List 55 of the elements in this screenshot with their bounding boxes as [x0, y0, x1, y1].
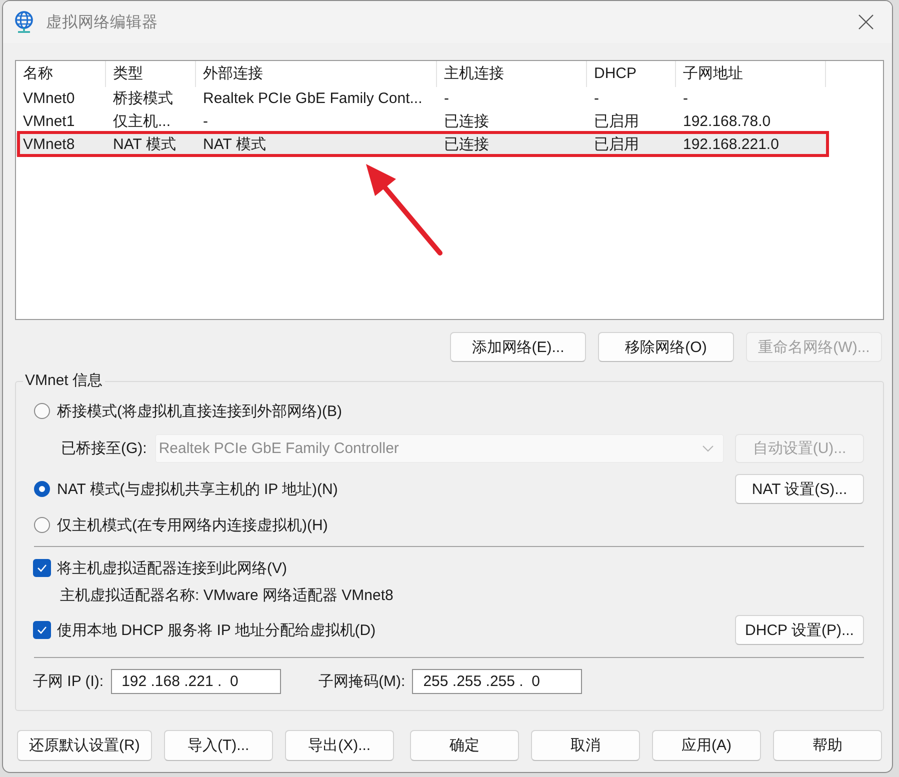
column-header[interactable]: 主机连接: [437, 61, 587, 87]
table-cell-text: -: [443, 89, 450, 109]
window-title: 虚拟网络编辑器: [46, 12, 158, 32]
column-header[interactable]: 名称: [16, 61, 106, 87]
close-button[interactable]: [858, 14, 874, 30]
table-cell-text: 已启用: [593, 112, 640, 132]
subnet-ip-label: 子网 IP (I):: [33, 672, 104, 690]
subnet-ip-field[interactable]: 192 .168 .221 . 0: [110, 668, 281, 694]
dialog-button[interactable]: 导入(T)...: [164, 730, 273, 761]
subnet-mask-field[interactable]: 255 .255 .255 . 0: [412, 668, 582, 694]
table-cell-text: 仅主机...: [112, 112, 172, 132]
table-cell-text: Realtek PCIe GbE Family Cont...: [202, 89, 424, 109]
chevron-down-icon: [702, 445, 714, 452]
mode-radio[interactable]: 仅主机模式(在专用网络内连接虚拟机)(H): [34, 516, 328, 534]
table-cell-text: 192.168.78.0: [682, 112, 772, 132]
table-cell-text: 桥接模式: [112, 89, 174, 109]
table-row[interactable]: VMnet0 桥接模式 Realtek PCIe GbE Family Cont... - - -: [16, 87, 826, 110]
table-cell-text: -: [593, 89, 600, 109]
dialog-button[interactable]: 确定: [410, 730, 519, 761]
table-cell-text: -: [202, 112, 209, 132]
table-cell-text: NAT 模式: [112, 135, 177, 155]
adapter-checkbox[interactable]: 将主机虚拟适配器连接到此网络(V): [33, 558, 287, 578]
table-cell-text: 已连接: [443, 135, 490, 155]
table-cell-text: VMnet1: [22, 112, 76, 132]
list-action-button[interactable]: 移除网络(O): [598, 332, 734, 362]
column-header[interactable]: 子网地址: [676, 61, 826, 87]
dhcp-settings-button[interactable]: DHCP 设置(P)...: [735, 615, 864, 645]
column-header[interactable]: 类型: [106, 61, 196, 87]
column-header[interactable]: 外部连接: [196, 61, 437, 87]
table-row[interactable]: VMnet1 仅主机... - 已连接 已启用 192.168.78.0: [16, 110, 826, 133]
field-label: 已桥接至(G):: [61, 439, 147, 458]
subnet-mask-label: 子网掩码(M):: [318, 672, 406, 690]
table-cell-text: 已启用: [593, 135, 640, 155]
group-title: VMnet 信息: [23, 372, 105, 390]
dialog-button[interactable]: 帮助: [773, 730, 882, 761]
dialog-button[interactable]: 取消: [531, 730, 640, 761]
list-action-button[interactable]: 添加网络(E)...: [450, 332, 586, 362]
nat-settings-button[interactable]: NAT 设置(S)...: [735, 474, 864, 504]
close-icon: [858, 14, 874, 30]
dialog-button[interactable]: 应用(A): [652, 730, 761, 761]
table-cell-text: VMnet8: [22, 135, 76, 155]
mode-radio[interactable]: NAT 模式(与虚拟机共享主机的 IP 地址)(N): [34, 480, 338, 498]
globe-icon: [14, 11, 34, 33]
table-cell-text: NAT 模式: [202, 135, 267, 155]
dhcp-checkbox[interactable]: 使用本地 DHCP 服务将 IP 地址分配给虚拟机(D): [33, 620, 376, 640]
table-cell-text: 192.168.221.0: [682, 135, 780, 155]
mode-radio[interactable]: 桥接模式(将虚拟机直接连接到外部网络)(B): [34, 402, 342, 420]
dialog-button[interactable]: 还原默认设置(R): [17, 730, 152, 761]
table-cell-text: 已连接: [443, 112, 490, 132]
table-cell-text: -: [682, 89, 689, 109]
column-header[interactable]: DHCP: [587, 61, 676, 87]
table-cell-text: VMnet0: [22, 89, 76, 109]
table-row[interactable]: VMnet8 NAT 模式 NAT 模式 已连接 已启用 192.168.221.0: [16, 133, 826, 156]
dialog-button[interactable]: 导出(X)...: [284, 730, 394, 761]
adapter-name-text: 主机虚拟适配器名称: VMware 网络适配器 VMnet8: [60, 587, 394, 604]
